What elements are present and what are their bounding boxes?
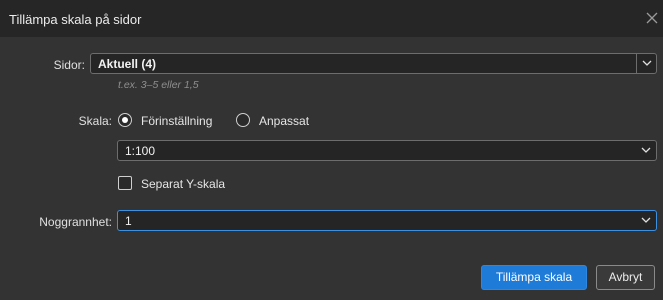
preset-radio[interactable] bbox=[118, 113, 132, 127]
title-bar: Tillämpa skala på sidor bbox=[0, 0, 663, 37]
precision-value: 1 bbox=[125, 214, 132, 228]
close-icon[interactable] bbox=[643, 9, 661, 27]
scale-label: Skala: bbox=[78, 114, 112, 128]
pages-value: Aktuell (4) bbox=[98, 57, 157, 71]
precision-label: Noggrannhet: bbox=[39, 215, 112, 229]
pages-label: Sidor: bbox=[53, 58, 85, 72]
chevron-down-icon[interactable] bbox=[636, 211, 656, 230]
pages-hint: t.ex. 3–5 eller 1,5 bbox=[118, 79, 199, 91]
separate-y-checkbox[interactable] bbox=[118, 176, 132, 190]
custom-radio-label: Anpassat bbox=[259, 114, 310, 128]
dialog-body: Sidor: Aktuell (4) t.ex. 3–5 eller 1,5 S… bbox=[0, 37, 663, 300]
dialog-title: Tillämpa skala på sidor bbox=[9, 12, 142, 27]
chevron-down-icon[interactable] bbox=[636, 141, 656, 160]
custom-radio[interactable] bbox=[236, 113, 250, 127]
pages-dropdown[interactable]: Aktuell (4) bbox=[90, 53, 657, 74]
cancel-button[interactable]: Avbryt bbox=[596, 265, 655, 290]
scale-preset-value: 1:100 bbox=[125, 144, 156, 158]
apply-scale-button[interactable]: Tillämpa skala bbox=[481, 265, 587, 290]
radio-selected-dot bbox=[122, 117, 128, 123]
precision-dropdown[interactable]: 1 bbox=[117, 210, 657, 231]
separate-y-label: Separat Y-skala bbox=[141, 177, 226, 191]
chevron-down-icon[interactable] bbox=[636, 54, 656, 73]
preset-radio-label: Förinställning bbox=[141, 114, 213, 128]
scale-preset-dropdown[interactable]: 1:100 bbox=[117, 140, 657, 161]
